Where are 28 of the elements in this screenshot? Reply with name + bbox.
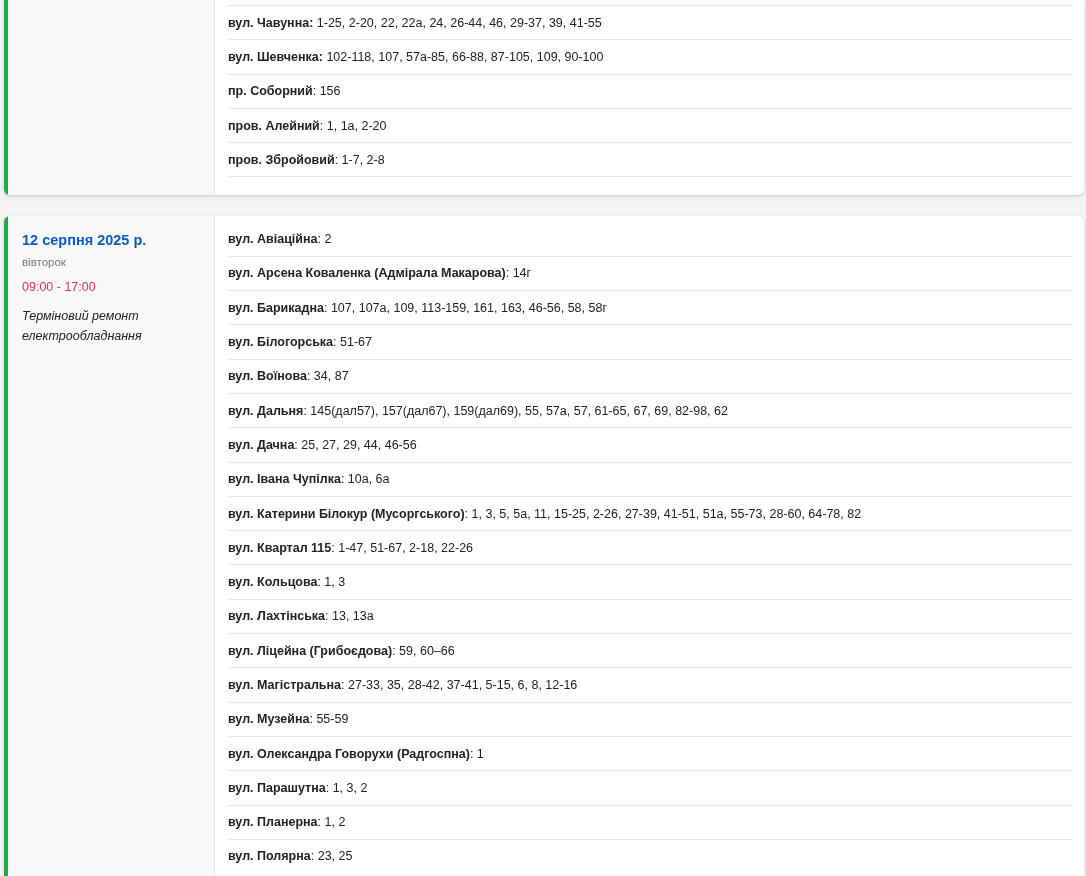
street-addresses: вул. Магістральна: 27-33, 35, 28-42, 37-41, 5-15, 6, 8, 12-16 bbox=[228, 678, 578, 692]
street-addresses: вул. Катерини Білокур (Мусоргського): 1, 3, 5, 5а, 11, 15-25, 2-26, 27-39, 41-51, 51а, 55-73, 28-60, 64-78, 82 bbox=[228, 506, 862, 521]
street-addresses: вул. Дачна: 25, 27, 29, 44, 46-56 bbox=[228, 437, 417, 452]
street-addresses: вул. Планерна: 1, 2 bbox=[228, 815, 346, 830]
street-addresses: вул. Кольцова: 1, 3 bbox=[228, 575, 346, 590]
outage-time: 09:00 - 17:00 bbox=[22, 280, 97, 295]
street-addresses: пр. Соборний: 156 bbox=[228, 84, 341, 99]
street-addresses: пров. Алейний: 1, 1а, 2-20 bbox=[228, 118, 387, 133]
street-addresses: вул. Івана Чупілка: 10а, 6а bbox=[228, 472, 390, 487]
outage-date: 12 серпня 2025 р. bbox=[22, 232, 148, 249]
street-addresses: вул. Квартал 115: 1-47, 51-67, 2-18, 22-26 bbox=[228, 540, 474, 555]
street-addresses: вул. Парашутна: 1, 3, 2 bbox=[228, 780, 368, 795]
street-addresses: вул. Ліцейна (Грибоєдова): 59, 60–66 bbox=[228, 643, 455, 658]
street-addresses: вул. Полярна: 23, 25 bbox=[228, 849, 353, 864]
street-addresses: вул. Музейна: 55-59 bbox=[228, 712, 349, 727]
street-addresses: вул. Шевченка: 102-118, 107, 57а-85, 66-88, 87-105, 109, 90-100 bbox=[228, 49, 604, 64]
street-addresses: вул. Лахтінська: 13, 13а bbox=[228, 609, 374, 624]
outage-reason: Терміновий ремонт електрообладнання bbox=[22, 308, 143, 346]
street-addresses: вул. Чавунна: 1-25, 2-20, 22, 22а, 24, 26-44, 46, 29-37, 39, 41-55 bbox=[228, 15, 602, 30]
street-addresses: вул. Білогорська: 51-67 bbox=[228, 335, 372, 349]
street-addresses: вул. Барикадна: 107, 107а, 109, 113-159, 161, 163, 46-56, 58, 58г bbox=[228, 300, 607, 315]
street-addresses: вул. Олександра Говорухи (Радгоспна): 1 bbox=[228, 746, 484, 761]
street-addresses: вул. Дальня: 145(дал57), 157(дал67), 159(дал69), 55, 57а, 57, 61-65, 67, 69, 82-98, 62 bbox=[228, 403, 728, 418]
street-addresses: пров. Збройовий: 1-7, 2-8 bbox=[228, 152, 385, 167]
street-addresses: вул. Арсена Коваленка (Адмірала Макарова): 14г bbox=[228, 266, 532, 281]
weekday: вівторок bbox=[22, 256, 67, 269]
street-addresses: вул. Воїнова: 34, 87 bbox=[228, 369, 349, 384]
street-addresses: вул. Авіаційна: 2 bbox=[228, 232, 332, 247]
